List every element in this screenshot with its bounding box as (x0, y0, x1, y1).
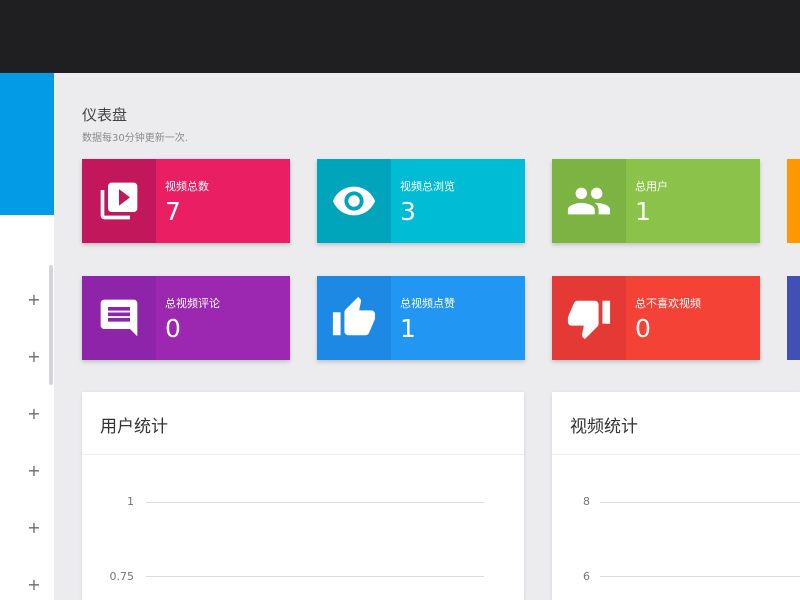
stat-card-total-dislikes[interactable]: 总不喜欢视频 0 (552, 276, 760, 360)
users-icon (552, 159, 626, 243)
sidebar-scrollbar[interactable] (49, 265, 53, 385)
stat-value: 3 (400, 197, 416, 226)
sidebar-expand-button[interactable]: + (24, 575, 44, 595)
stat-value: 7 (165, 197, 181, 226)
eye-icon (317, 159, 391, 243)
stat-card-partial[interactable] (787, 276, 800, 360)
stat-card-total-comments[interactable]: 总视频评论 0 (82, 276, 290, 360)
stat-label: 总用户 (635, 180, 668, 193)
stat-card-partial[interactable] (787, 159, 800, 243)
sidebar-expand-button[interactable]: + (24, 347, 44, 367)
stat-value: 0 (635, 314, 651, 343)
sidebar-expand-button[interactable]: + (24, 461, 44, 481)
stat-value: 1 (400, 314, 416, 343)
stat-card-total-users[interactable]: 总用户 1 (552, 159, 760, 243)
thumbs-down-icon (552, 276, 626, 360)
stat-card-total-videos[interactable]: 视频总数 7 (82, 159, 290, 243)
sidebar-expand-button[interactable]: + (24, 518, 44, 538)
page-title: 仪表盘 (82, 106, 128, 124)
grid-line (600, 502, 800, 503)
grid-line (146, 502, 484, 503)
panel-divider (82, 454, 524, 455)
video-library-icon (82, 159, 156, 243)
stat-value: 0 (165, 314, 181, 343)
thumbs-up-icon (317, 276, 391, 360)
y-tick-label: 0.75 (109, 570, 135, 583)
page-subtitle: 数据每30分钟更新一次. (82, 133, 188, 144)
y-tick-label: 1 (127, 495, 134, 508)
stat-label: 总视频评论 (165, 297, 220, 310)
grid-line (146, 576, 484, 577)
stat-value: 1 (635, 197, 651, 226)
stat-card-total-likes[interactable]: 总视频点赞 1 (317, 276, 525, 360)
top-navbar (0, 0, 800, 73)
sidebar-header (0, 73, 54, 215)
panel-title: 用户统计 (100, 417, 168, 437)
grid-line (600, 576, 800, 577)
stat-label: 总视频点赞 (400, 297, 455, 310)
y-tick-label: 6 (583, 570, 590, 583)
sidebar-expand-button[interactable]: + (24, 290, 44, 310)
sidebar-expand-button[interactable]: + (24, 404, 44, 424)
panel-divider (552, 454, 800, 455)
panel-title: 视频统计 (570, 417, 638, 437)
stat-label: 视频总数 (165, 180, 209, 193)
y-tick-label: 8 (583, 495, 590, 508)
video-statistics-panel: 视频统计 8 6 (552, 392, 800, 600)
stat-card-total-views[interactable]: 视频总浏览 3 (317, 159, 525, 243)
stat-label: 总不喜欢视频 (635, 297, 701, 310)
stat-label: 视频总浏览 (400, 180, 455, 193)
user-statistics-panel: 用户统计 1 0.75 (82, 392, 524, 600)
comment-icon (82, 276, 156, 360)
